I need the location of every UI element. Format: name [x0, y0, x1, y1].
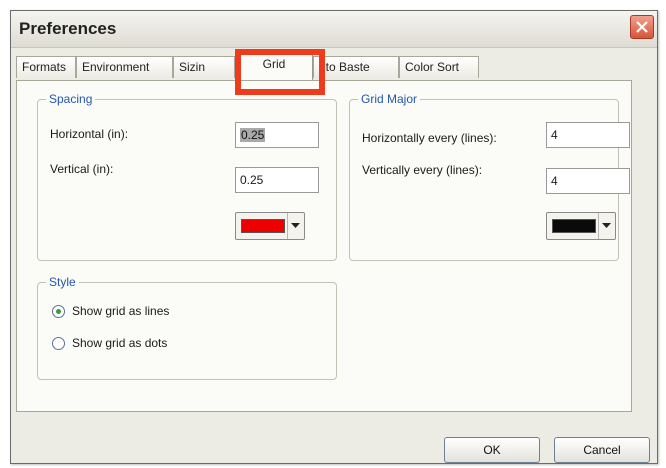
tab-color-sort[interactable]: Color Sort [399, 56, 479, 78]
vertical-spacing-input[interactable]: 0.25 [235, 167, 319, 193]
grid-lines-radio[interactable] [52, 305, 65, 318]
grid-dots-radio[interactable] [52, 337, 65, 350]
style-group-label: Style [46, 275, 79, 289]
spacing-color-swatch [241, 219, 285, 233]
grid-major-vertical-label: Vertically every (lines): [362, 163, 483, 177]
style-group: Style Show grid as lines Show grid as do… [37, 275, 337, 380]
tab-grid[interactable]: Grid [235, 53, 313, 80]
grid-major-horizontal-label: Horizontally every (lines): [362, 131, 497, 145]
title-bar: Preferences [11, 11, 657, 48]
grid-major-color-dropdown[interactable] [598, 213, 615, 239]
dialog-title: Preferences [19, 19, 117, 38]
grid-lines-label: Show grid as lines [72, 304, 170, 318]
grid-dots-label: Show grid as dots [72, 336, 168, 350]
ok-button[interactable]: OK [444, 437, 540, 463]
grid-tab-panel: Spacing Horizontal (in): 0.25 Vertical (… [16, 80, 632, 412]
grid-major-group: Grid Major Horizontally every (lines): 4… [349, 92, 630, 261]
close-button[interactable] [630, 15, 654, 39]
tab-sizing[interactable]: Sizin [173, 56, 235, 78]
chevron-down-icon [291, 223, 300, 228]
tab-environment[interactable]: Environment [76, 56, 173, 78]
spacing-group-label: Spacing [46, 92, 96, 106]
spacing-color-dropdown[interactable] [287, 213, 304, 239]
horizontal-spacing-input[interactable]: 0.25 [235, 122, 319, 148]
horizontal-spacing-label: Horizontal (in): [50, 127, 129, 141]
vertical-spacing-label: Vertical (in): [50, 162, 114, 176]
cancel-button[interactable]: Cancel [554, 437, 650, 463]
close-icon [636, 21, 648, 33]
grid-major-horizontal-input[interactable]: 4 [546, 122, 630, 148]
tab-auto-baste[interactable]: uto Baste [313, 56, 399, 78]
spacing-group: Spacing Horizontal (in): 0.25 Vertical (… [37, 92, 337, 261]
spacing-color-picker[interactable] [235, 212, 305, 240]
chevron-down-icon [602, 223, 611, 228]
grid-major-color-picker[interactable] [546, 212, 616, 240]
tab-formats[interactable]: Formats [16, 56, 76, 78]
grid-major-vertical-input[interactable]: 4 [546, 168, 630, 194]
grid-major-group-label: Grid Major [358, 92, 421, 106]
grid-major-color-swatch [552, 219, 596, 233]
